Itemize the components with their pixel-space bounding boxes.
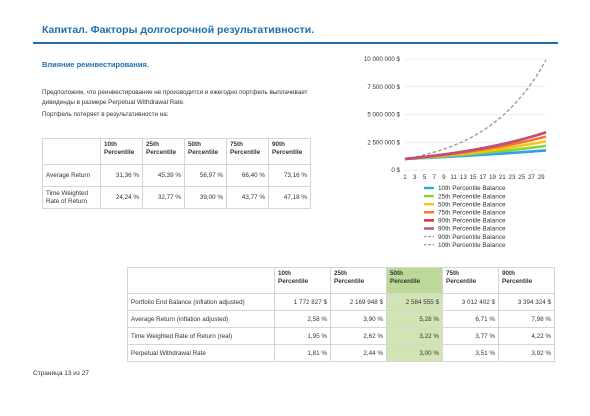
- row-label: Average Return (inflation adjusted): [127, 310, 275, 328]
- table-cell: 1,81 %: [274, 344, 331, 362]
- table-cell: 47,18 %: [268, 186, 311, 209]
- legend-label: 90th Percentile Balance: [438, 218, 506, 225]
- table-cell: 45,39 %: [142, 164, 185, 187]
- row-label: Average Return: [42, 164, 101, 187]
- x-tick-label: 19: [489, 174, 496, 181]
- table-cell: 7,98 %: [498, 310, 555, 328]
- table-row: Time Weighted Rate of Return (real) 1,95…: [127, 327, 555, 345]
- x-tick-label: 25: [518, 174, 525, 181]
- balance-line-chart: 0 $ 2 500 000 $ 5 000 000 $ 7 500 000 $ 10 0…: [364, 56, 547, 248]
- loss-table-header-cell: 25th Percentile: [142, 138, 185, 165]
- page-footer: Страница 13 из 27: [33, 370, 89, 377]
- table-cell: 6,71 %: [442, 310, 499, 328]
- y-tick-label: 7 500 000 $: [367, 84, 400, 91]
- table-cell: 66,40 %: [226, 164, 269, 187]
- legend-label: 50th Percentile Balance: [438, 201, 506, 208]
- x-tick-label: 23: [509, 174, 516, 181]
- row-label: Portfolio End Balance (inflation adjuste…: [127, 293, 275, 311]
- legend-label: 10th Percentile Balance: [438, 185, 506, 192]
- table-cell: 31,36 %: [100, 164, 143, 187]
- summary-table-header-cell-highlighted: 50th Percentile: [386, 267, 443, 294]
- table-row: Perpetual Withdrawal Rate 1,81 % 2,44 % …: [127, 344, 555, 362]
- x-tick-label: 11: [450, 174, 457, 181]
- table-cell: 3 012 402 $: [442, 293, 499, 311]
- table-cell-highlighted: 3,00 %: [386, 344, 443, 362]
- y-tick-label: 0 $: [391, 167, 400, 174]
- section-subtitle: Влияние реинвестирования.: [42, 60, 149, 69]
- row-label: Time Weighted Rate of Return: [42, 186, 101, 209]
- table-cell: 1 772 827 $: [274, 293, 331, 311]
- x-tick-label: 27: [528, 174, 535, 181]
- x-tick-label: 3: [413, 174, 417, 181]
- table-cell: 3,92 %: [498, 344, 555, 362]
- table-cell: 32,77 %: [142, 186, 185, 209]
- summary-table-header-cell: 75th Percentile: [442, 267, 499, 294]
- y-tick-label: 2 500 000 $: [367, 139, 400, 146]
- table-cell: 3,77 %: [442, 327, 499, 345]
- summary-table-header-row: 10th Percentile 25th Percentile 50th Percen…: [127, 267, 555, 294]
- table-cell: 2,44 %: [330, 344, 387, 362]
- row-label: Time Weighted Rate of Return (real): [127, 327, 275, 345]
- table-cell: 39,00 %: [184, 186, 227, 209]
- x-tick-label: 17: [479, 174, 486, 181]
- x-tick-label: 7: [432, 174, 436, 181]
- summary-table-header-cell: 10th Percentile: [274, 267, 331, 294]
- table-cell: 3,51 %: [442, 344, 499, 362]
- summary-table-header-cell: 25th Percentile: [330, 267, 387, 294]
- loss-table-header-cell: 10th Percentile: [100, 138, 143, 165]
- table-cell: 56,97 %: [184, 164, 227, 187]
- table-cell-highlighted: 2 584 555 $: [386, 293, 443, 311]
- table-cell: 3 394 324 $: [498, 293, 555, 311]
- loss-table: 10th Percentile 25th Percentile 50th Percen…: [42, 138, 311, 209]
- table-cell: 2,58 %: [274, 310, 331, 328]
- x-tick-label: 9: [442, 174, 446, 181]
- intro-paragraph: Предположим, что реинвестирование не про…: [42, 88, 308, 107]
- table-cell: 2,62 %: [330, 327, 387, 345]
- y-tick-label: 5 000 000 $: [367, 112, 400, 119]
- x-tick-label: 15: [470, 174, 477, 181]
- loss-table-corner: [42, 138, 101, 165]
- x-tick-label: 1: [403, 174, 407, 181]
- table-row: Average Return (inflation adjusted) 2,58…: [127, 310, 555, 328]
- legend-label: 25th Percentile Balance: [438, 193, 506, 200]
- loss-table-header-cell: 50th Percentile: [184, 138, 227, 165]
- x-tick-label: 29: [538, 174, 545, 181]
- table-row: Portfolio End Balance (inflation adjuste…: [127, 293, 555, 311]
- intro-line-2: дивиденды в размере Perpetual Withdrawal…: [42, 98, 185, 106]
- legend-label: 90th Percentile Balance: [438, 234, 506, 241]
- table-cell: 1,95 %: [274, 327, 331, 345]
- header-bar: Капитал. Факторы долгосрочной результати…: [33, 16, 558, 44]
- legend-label: 75th Percentile Balance: [438, 210, 506, 217]
- table-cell-highlighted: 5,28 %: [386, 310, 443, 328]
- page-title: Капитал. Факторы долгосрочной результати…: [42, 24, 315, 36]
- loss-caption: Портфель потеряет в результативности на:: [42, 111, 169, 118]
- legend-label: 90th Percentile Balance: [438, 226, 506, 233]
- loss-table-header-row: 10th Percentile 25th Percentile 50th Percen…: [42, 138, 311, 165]
- x-tick-label: 21: [499, 174, 506, 181]
- legend-label: 10th Percentile Balance: [438, 242, 506, 248]
- x-tick-label: 5: [423, 174, 427, 181]
- table-cell-highlighted: 3,22 %: [386, 327, 443, 345]
- table-row: Time Weighted Rate of Return 24,24 % 32,7…: [42, 186, 311, 209]
- table-cell: 73,16 %: [268, 164, 311, 187]
- y-tick-label: 10 000 000 $: [364, 56, 401, 63]
- loss-table-header-cell: 90th Percentile: [268, 138, 311, 165]
- table-row: Average Return 31,36 % 45,39 % 56,97 % 6…: [42, 164, 311, 187]
- summary-table-corner: [127, 267, 275, 294]
- table-cell: 43,77 %: [226, 186, 269, 209]
- table-cell: 24,24 %: [100, 186, 143, 209]
- table-cell: 3,90 %: [330, 310, 387, 328]
- summary-table: 10th Percentile 25th Percentile 50th Percen…: [127, 267, 555, 362]
- summary-table-header-cell: 90th Percentile: [498, 267, 555, 294]
- x-tick-label: 13: [460, 174, 467, 181]
- table-cell: 2 169 948 $: [330, 293, 387, 311]
- intro-line-1: Предположим, что реинвестирование не про…: [42, 89, 308, 96]
- loss-table-header-cell: 75th Percentile: [226, 138, 269, 165]
- table-cell: 4,22 %: [498, 327, 555, 345]
- row-label: Perpetual Withdrawal Rate: [127, 344, 275, 362]
